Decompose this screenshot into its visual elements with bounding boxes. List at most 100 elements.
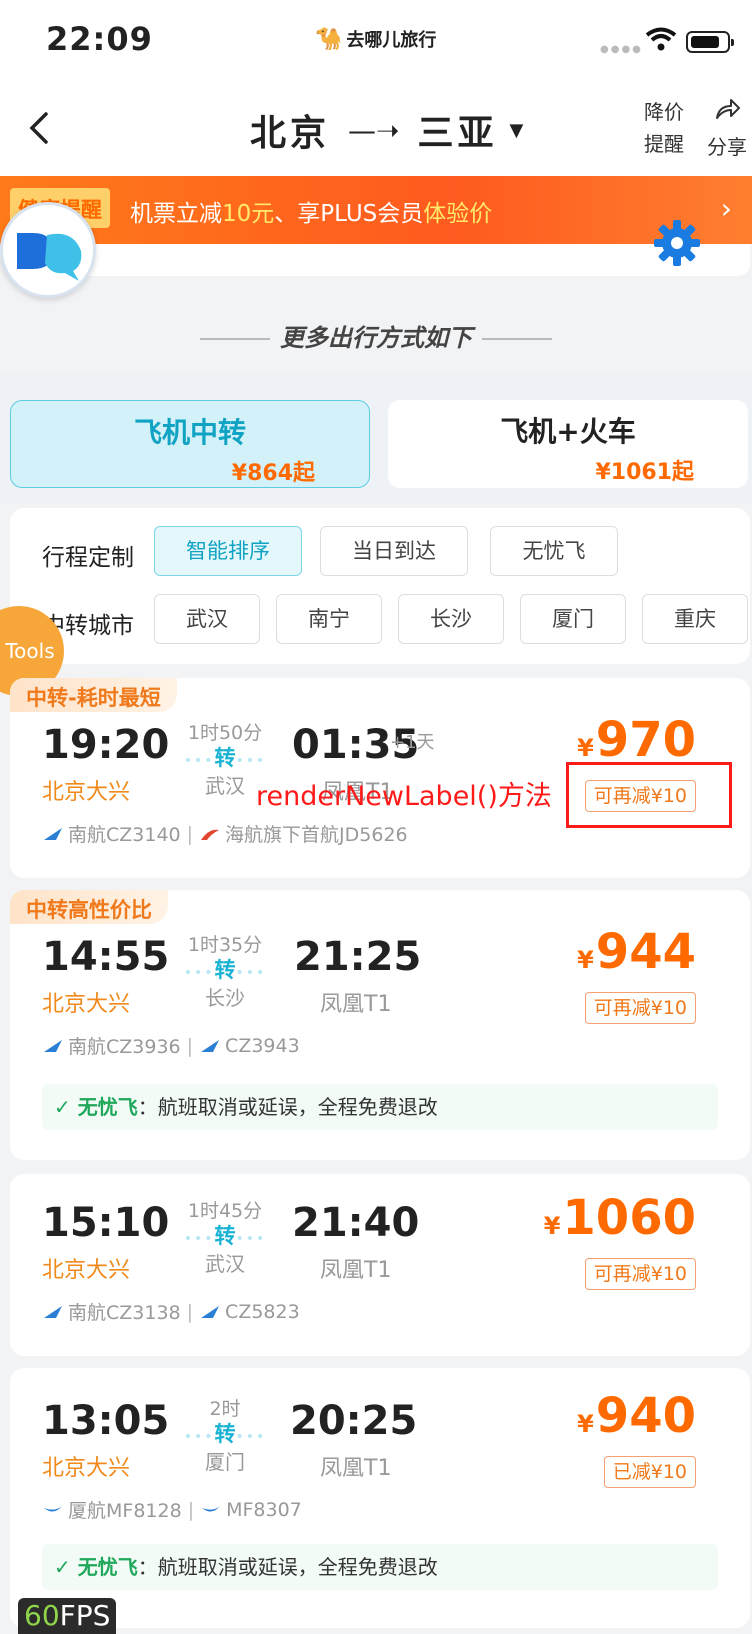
mode-flight-transfer[interactable]: 飞机中转 ¥864起 [10, 400, 370, 488]
worry-free-check-icon: ✓ [54, 1555, 78, 1579]
airline-2: CZ5823 [225, 1300, 300, 1323]
flight-price: ¥940 [577, 1388, 696, 1444]
arr-time: 21:40 [292, 1200, 420, 1246]
xiamen-airlines-logo-icon [44, 1505, 62, 1512]
worry-free-text: ：航班取消或延误，全程免费退改 [137, 1555, 438, 1579]
worry-free-text: ：航班取消或延误，全程免费退改 [137, 1095, 438, 1119]
airline-info: 南航CZ3140 | 海航旗下首航JD5626 [42, 820, 408, 847]
flight-badge: 中转高性价比 [10, 890, 168, 924]
wifi-icon [645, 27, 677, 51]
dep-time: 14:55 [42, 934, 170, 980]
separator: | [187, 1498, 195, 1521]
back-icon[interactable] [24, 110, 54, 146]
chip-city-nanning[interactable]: 南宁 [276, 594, 382, 644]
worry-free-check-icon: ✓ [54, 1095, 78, 1119]
duration: 1时45分 [187, 1200, 263, 1222]
chip-worry-free[interactable]: 无忧飞 [490, 526, 618, 576]
transfer-text: 转 [214, 958, 236, 982]
yen-sign: ¥ [577, 1410, 594, 1438]
price-value: 970 [595, 712, 696, 768]
assistant-avatar[interactable] [0, 202, 96, 298]
plus-day: +1天 [390, 732, 435, 753]
promo-banner[interactable]: 健康提醒 机票立减10元、享PLUS会员体验价 › [0, 176, 752, 244]
section-title-text: 更多出行方式如下 [280, 324, 472, 352]
section-title: 更多出行方式如下 [0, 318, 752, 353]
duration: 1时50分 [187, 722, 263, 744]
mode-flight-train[interactable]: 飞机+火车 ¥1061起 [388, 400, 748, 488]
transfer-mark: •••转••• [183, 1224, 267, 1248]
discount-label: 可再减¥10 [584, 1258, 696, 1290]
transfer-city: 武汉 [205, 1252, 245, 1276]
yen-sign: ¥ [577, 946, 594, 974]
transfer-mark: •••转••• [183, 746, 267, 770]
share-label: 分享 [707, 135, 747, 159]
flight-card[interactable]: 13:05 北京大兴 2时 •••转••• 厦门 20:25 凤凰T1 ¥940… [10, 1368, 750, 1628]
price-alert-label-2: 提醒 [644, 132, 684, 156]
airline-2: 海航旗下首航JD5626 [225, 824, 408, 846]
from-city: 北京 [250, 113, 331, 154]
mode-price: ¥864起 [231, 461, 315, 486]
share-button[interactable]: 分享 [704, 96, 750, 163]
separator: | [186, 822, 194, 845]
china-southern-logo-icon [201, 1039, 220, 1052]
dep-time: 19:20 [42, 722, 170, 768]
assistant-logo-icon [17, 233, 82, 281]
chip-city-changsha[interactable]: 长沙 [398, 594, 504, 644]
camel-logo-icon: 🐪 [315, 27, 343, 52]
dep-airport: 北京大兴 [42, 1456, 131, 1481]
to-city: 三亚 [417, 113, 498, 154]
transfer-mark: •••转••• [183, 958, 267, 982]
airline-1: 南航CZ3138 [68, 1302, 181, 1324]
discount-label: 可再减¥10 [584, 992, 696, 1024]
chip-smart-sort[interactable]: 智能排序 [154, 526, 302, 576]
battery-icon [686, 31, 734, 53]
fps-unit: FPS [59, 1599, 111, 1632]
annotation-box [566, 762, 732, 828]
promo-text: 机票立减10元、享PLUS会员体验价 [130, 194, 492, 228]
duration: 2时 [209, 1398, 241, 1420]
worry-free-title: 无忧飞 [77, 1555, 138, 1579]
worry-free-banner[interactable]: ✓ 无忧飞：航班取消或延误，全程免费退改 [42, 1084, 718, 1130]
route-arrow-icon: —➝ [348, 113, 400, 147]
promo-text-a: 机票立减 [130, 201, 222, 227]
chip-city-xiamen[interactable]: 厦门 [520, 594, 626, 644]
airline-info: 南航CZ3138 | CZ5823 [42, 1298, 300, 1325]
share-icon [716, 99, 740, 119]
price-alert-button[interactable]: 降价 提醒 [636, 96, 692, 160]
dep-airport: 北京大兴 [42, 992, 131, 1017]
china-southern-logo-icon [44, 827, 62, 840]
yen-sign: ¥ [577, 734, 594, 762]
arr-airport: 凤凰T1 [320, 992, 392, 1017]
flight-price: ¥970 [577, 712, 696, 768]
duration: 1时35分 [187, 934, 263, 956]
brand-name: 去哪儿旅行 [346, 30, 437, 51]
chip-city-chongqing[interactable]: 重庆 [642, 594, 748, 644]
airline-1: 厦航MF8128 [68, 1500, 182, 1522]
flight-badge: 中转-耗时最短 [10, 678, 177, 712]
fps-counter: 60FPS [18, 1598, 117, 1634]
banner-bottom-strip [12, 244, 750, 276]
chip-same-day[interactable]: 当日到达 [320, 526, 468, 576]
flight-card[interactable]: 中转高性价比 14:55 北京大兴 1时35分 •••转••• 长沙 21:25… [10, 890, 750, 1160]
price-value: 944 [595, 924, 696, 980]
arr-time: 21:25 [294, 934, 422, 980]
status-time: 22:09 [46, 20, 153, 58]
dep-time: 13:05 [42, 1398, 170, 1444]
price-value: 1060 [562, 1190, 696, 1246]
dep-time: 15:10 [42, 1200, 170, 1246]
arr-airport: 凤凰T1 [320, 1456, 392, 1481]
route-selector[interactable]: 北京 —➝ 三亚 ▼ [250, 104, 527, 156]
chip-city-wuhan[interactable]: 武汉 [154, 594, 260, 644]
worry-free-banner[interactable]: ✓ 无忧飞：航班取消或延误，全程免费退改 [42, 1544, 718, 1590]
china-southern-logo-icon [44, 1305, 62, 1318]
filter-panel: 行程定制 智能排序 当日到达 无忧飞 中转城市 武汉 南宁 长沙 厦门 重庆 [10, 508, 750, 664]
flight-card[interactable]: 15:10 北京大兴 1时45分 •••转••• 武汉 21:40 凤凰T1 ¥… [10, 1174, 750, 1356]
transfer-text: 转 [214, 1224, 236, 1248]
settings-gear-icon[interactable] [652, 218, 702, 268]
hainan-airlines-logo-icon [201, 829, 220, 840]
trip-label: 行程定制 [42, 545, 134, 571]
transfer-mark: •••转••• [183, 1422, 267, 1446]
china-southern-logo-icon [44, 1039, 62, 1052]
status-bar: 22:09 🐪 去哪儿旅行 ●●●● [0, 0, 752, 80]
china-southern-logo-icon [201, 1305, 220, 1318]
